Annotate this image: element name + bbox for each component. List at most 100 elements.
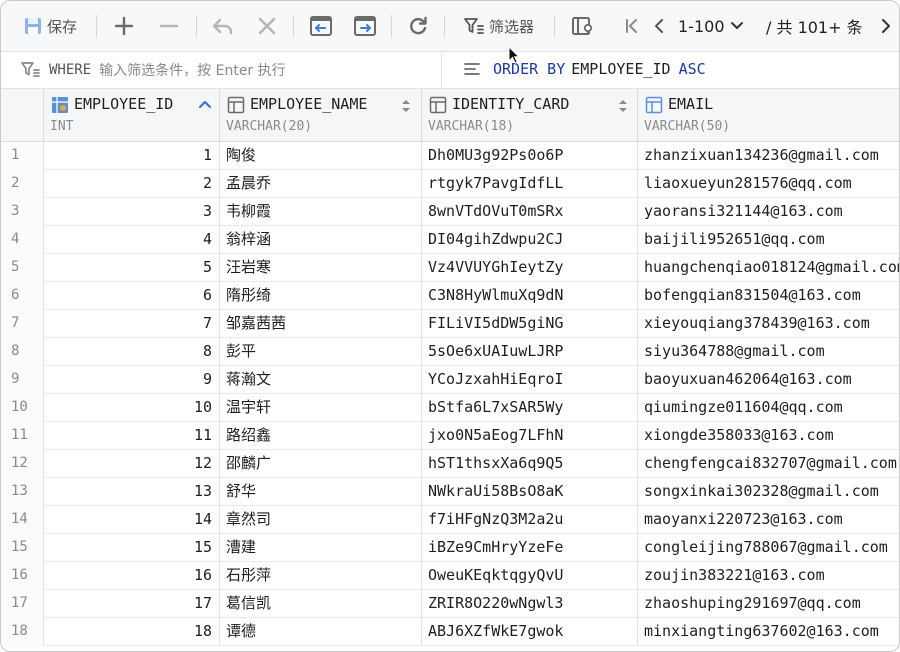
employee-name-cell[interactable]: 葛信凯 bbox=[220, 590, 422, 618]
table-row[interactable]: 8 8 彭平 5sOe6xUAIuwLJRP siyu364788@gmail.com bbox=[1, 338, 899, 366]
table-row[interactable]: 5 5 汪岩寒 Vz4VVUYGhIeytZy huangchenqiao018124@… bbox=[1, 254, 899, 282]
email-cell[interactable]: huangchenqiao018124@gmail.com bbox=[638, 254, 899, 282]
employee-id-cell[interactable]: 8 bbox=[44, 338, 220, 366]
employee-name-cell[interactable]: 舒华 bbox=[220, 478, 422, 506]
employee-name-cell[interactable]: 章然司 bbox=[220, 506, 422, 534]
employee-id-cell[interactable]: 4 bbox=[44, 226, 220, 254]
employee-name-cell[interactable]: 陶俊 bbox=[220, 142, 422, 170]
employee-id-cell[interactable]: 16 bbox=[44, 562, 220, 590]
employee-id-cell[interactable]: 6 bbox=[44, 282, 220, 310]
employee-id-cell[interactable]: 13 bbox=[44, 478, 220, 506]
employee-name-cell[interactable]: 温宇轩 bbox=[220, 394, 422, 422]
identity-card-cell[interactable]: NWkraUi58BsO8aK bbox=[422, 478, 638, 506]
employee-id-cell[interactable]: 15 bbox=[44, 534, 220, 562]
identity-card-cell[interactable]: Dh0MU3g92Ps0o6P bbox=[422, 142, 638, 170]
email-cell[interactable]: baijili952651@qq.com bbox=[638, 226, 899, 254]
table-row[interactable]: 14 14 章然司 f7iHFgNzQ3M2a2u maoyanxi220723@163… bbox=[1, 506, 899, 534]
table-row[interactable]: 3 3 韦柳霞 8wnVTdOVuT0mSRx yaoransi321144@163.c… bbox=[1, 198, 899, 226]
identity-card-cell[interactable]: Vz4VVUYGhIeytZy bbox=[422, 254, 638, 282]
identity-card-cell[interactable]: rtgyk7PavgIdfLL bbox=[422, 170, 638, 198]
table-row[interactable]: 16 16 石彤萍 OweuKEqktqgyQvU zoujin383221@163.c… bbox=[1, 562, 899, 590]
filter-button[interactable]: 筛选器 bbox=[463, 14, 534, 38]
employee-name-cell[interactable]: 邹嘉茜茜 bbox=[220, 310, 422, 338]
identity-card-cell[interactable]: 8wnVTdOVuT0mSRx bbox=[422, 198, 638, 226]
email-cell[interactable]: bofengqian831504@163.com bbox=[638, 282, 899, 310]
identity-card-cell[interactable]: f7iHFgNzQ3M2a2u bbox=[422, 506, 638, 534]
email-cell[interactable]: maoyanxi220723@163.com bbox=[638, 506, 899, 534]
identity-card-cell[interactable]: ABJ6XZfWkE7gwok bbox=[422, 618, 638, 646]
identity-card-cell[interactable]: OweuKEqktqgyQvU bbox=[422, 562, 638, 590]
employee-id-cell[interactable]: 2 bbox=[44, 170, 220, 198]
refresh-button[interactable] bbox=[407, 14, 429, 38]
email-cell[interactable]: zhanzixuan134236@gmail.com bbox=[638, 142, 899, 170]
email-cell[interactable]: zhaoshuping291697@qq.com bbox=[638, 590, 899, 618]
employee-id-cell[interactable]: 9 bbox=[44, 366, 220, 394]
table-row[interactable]: 17 17 葛信凯 ZRIR8O220wNgwl3 zhaoshuping291697@… bbox=[1, 590, 899, 618]
employee-id-cell[interactable]: 3 bbox=[44, 198, 220, 226]
email-cell[interactable]: liaoxueyun281576@qq.com bbox=[638, 170, 899, 198]
email-cell[interactable]: xieyouqiang378439@163.com bbox=[638, 310, 899, 338]
identity-card-cell[interactable]: iBZe9CmHryYzeFe bbox=[422, 534, 638, 562]
identity-card-cell[interactable]: DI04gihZdwpu2CJ bbox=[422, 226, 638, 254]
email-cell[interactable]: minxiangting637602@163.com bbox=[638, 618, 899, 646]
employee-id-cell[interactable]: 18 bbox=[44, 618, 220, 646]
employee-name-cell[interactable]: 翁梓涵 bbox=[220, 226, 422, 254]
undo-button[interactable] bbox=[211, 14, 235, 38]
identity-card-cell[interactable]: bStfa6L7xSAR5Wy bbox=[422, 394, 638, 422]
email-cell[interactable]: chengfengcai832707@gmail.com bbox=[638, 450, 899, 478]
employee-name-cell[interactable]: 蒋瀚文 bbox=[220, 366, 422, 394]
employee-id-cell[interactable]: 10 bbox=[44, 394, 220, 422]
next-page-button[interactable] bbox=[879, 14, 893, 38]
employee-name-cell[interactable]: 路绍鑫 bbox=[220, 422, 422, 450]
previous-page-button[interactable] bbox=[652, 14, 666, 38]
table-row[interactable]: 4 4 翁梓涵 DI04gihZdwpu2CJ baijili952651@qq.com bbox=[1, 226, 899, 254]
email-cell[interactable]: xiongde358033@163.com bbox=[638, 422, 899, 450]
first-page-button[interactable] bbox=[623, 14, 641, 38]
delete-row-button[interactable] bbox=[158, 14, 180, 38]
table-row[interactable]: 11 11 路绍鑫 jxo0N5aEog7LFhN xiongde358033@163.… bbox=[1, 422, 899, 450]
identity-card-cell[interactable]: C3N8HyWlmuXq9dN bbox=[422, 282, 638, 310]
table-row[interactable]: 7 7 邹嘉茜茜 FILiVI5dDW5giNG xieyouqiang378439@1… bbox=[1, 310, 899, 338]
table-row[interactable]: 13 13 舒华 NWkraUi58BsO8aK songxinkai302328@gm… bbox=[1, 478, 899, 506]
email-cell[interactable]: qiumingze011604@qq.com bbox=[638, 394, 899, 422]
column-header-employee-id[interactable]: EMPLOYEE_ID INT bbox=[44, 89, 220, 141]
view-mode-button[interactable] bbox=[571, 14, 595, 38]
sort-toggle-icon[interactable] bbox=[617, 98, 629, 114]
sort-toggle-icon[interactable] bbox=[400, 98, 412, 114]
employee-name-cell[interactable]: 漕建 bbox=[220, 534, 422, 562]
employee-name-cell[interactable]: 谭德 bbox=[220, 618, 422, 646]
employee-name-cell[interactable]: 彭平 bbox=[220, 338, 422, 366]
employee-id-cell[interactable]: 1 bbox=[44, 142, 220, 170]
table-row[interactable]: 9 9 蒋瀚文 YCoJzxahHiEqroI baoyuxuan462064@163.… bbox=[1, 366, 899, 394]
employee-name-cell[interactable]: 孟晨乔 bbox=[220, 170, 422, 198]
email-cell[interactable]: siyu364788@gmail.com bbox=[638, 338, 899, 366]
employee-name-cell[interactable]: 石彤萍 bbox=[220, 562, 422, 590]
export-button[interactable] bbox=[353, 14, 377, 38]
employee-id-cell[interactable]: 17 bbox=[44, 590, 220, 618]
table-row[interactable]: 10 10 温宇轩 bStfa6L7xSAR5Wy qiumingze011604@qq… bbox=[1, 394, 899, 422]
email-cell[interactable]: songxinkai302328@gmail.com bbox=[638, 478, 899, 506]
identity-card-cell[interactable]: ZRIR8O220wNgwl3 bbox=[422, 590, 638, 618]
identity-card-cell[interactable]: 5sOe6xUAIuwLJRP bbox=[422, 338, 638, 366]
add-row-button[interactable] bbox=[113, 14, 135, 38]
employee-name-cell[interactable]: 邵麟广 bbox=[220, 450, 422, 478]
email-cell[interactable]: zoujin383221@163.com bbox=[638, 562, 899, 590]
import-button[interactable] bbox=[309, 14, 333, 38]
identity-card-cell[interactable]: hST1thsxXa6q9Q5 bbox=[422, 450, 638, 478]
identity-card-cell[interactable]: FILiVI5dDW5giNG bbox=[422, 310, 638, 338]
email-cell[interactable]: congleijing788067@gmail.com bbox=[638, 534, 899, 562]
employee-id-cell[interactable]: 11 bbox=[44, 422, 220, 450]
where-filter-input[interactable]: WHERE 输入筛选条件，按 Enter 执行 bbox=[21, 60, 286, 80]
email-cell[interactable]: baoyuxuan462064@163.com bbox=[638, 366, 899, 394]
column-header-employee-name[interactable]: EMPLOYEE_NAME VARCHAR(20) bbox=[220, 89, 422, 141]
order-by-input[interactable]: ORDER BY EMPLOYEE_ID ASC bbox=[463, 60, 706, 78]
identity-card-cell[interactable]: jxo0N5aEog7LFhN bbox=[422, 422, 638, 450]
page-size-dropdown[interactable]: 1-100 bbox=[678, 14, 745, 38]
table-row[interactable]: 18 18 谭德 ABJ6XZfWkE7gwok minxiangting637602@… bbox=[1, 618, 899, 646]
employee-name-cell[interactable]: 隋彤绮 bbox=[220, 282, 422, 310]
employee-id-cell[interactable]: 12 bbox=[44, 450, 220, 478]
row-number-header[interactable] bbox=[1, 89, 44, 141]
table-row[interactable]: 1 1 陶俊 Dh0MU3g92Ps0o6P zhanzixuan134236@gmai… bbox=[1, 142, 899, 170]
column-header-identity-card[interactable]: IDENTITY_CARD VARCHAR(18) bbox=[422, 89, 638, 141]
employee-id-cell[interactable]: 7 bbox=[44, 310, 220, 338]
